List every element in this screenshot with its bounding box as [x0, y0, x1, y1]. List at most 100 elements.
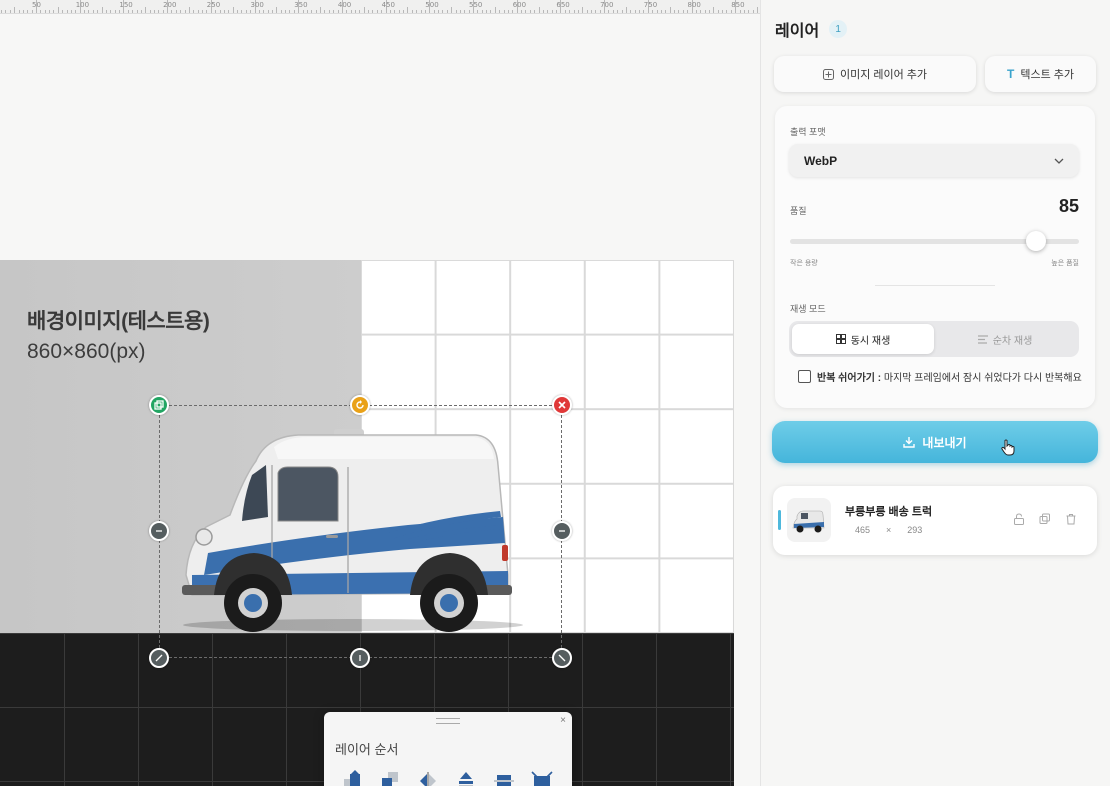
- loop-pause-title: 반복 쉬어가기 :: [817, 373, 882, 384]
- sidebar-title: 레이어: [775, 23, 820, 40]
- rotate-handle-icon[interactable]: [350, 395, 370, 415]
- ruler-tick: [586, 10, 588, 13]
- ruler-tick: [674, 10, 676, 13]
- resize-bottom-handle-icon[interactable]: [350, 648, 370, 668]
- ruler-tick: [717, 10, 719, 13]
- ruler-tick: [416, 10, 418, 13]
- ruler-tick: [752, 10, 754, 13]
- layer-order-panel[interactable]: × 레이어 순서: [324, 712, 572, 786]
- trash-icon[interactable]: [1065, 513, 1077, 525]
- ruler-tick: [188, 7, 190, 13]
- ruler-label: 200: [163, 1, 177, 9]
- close-panel-button[interactable]: ×: [560, 715, 566, 726]
- resize-bottom-right-handle-icon[interactable]: [552, 648, 572, 668]
- selection-box[interactable]: [159, 405, 562, 658]
- layer-thumbnail: [787, 498, 831, 542]
- ruler-tick: [158, 10, 160, 13]
- export-button[interactable]: 내보내기: [772, 421, 1098, 463]
- ruler-tick: [289, 10, 291, 13]
- ruler-tick: [643, 10, 645, 13]
- ruler-tick: [175, 10, 177, 13]
- ruler-tick: [477, 10, 479, 13]
- ruler-tick: [228, 10, 230, 13]
- resize-bottom-left-handle-icon[interactable]: [149, 648, 169, 668]
- layer-name: 부릉부릉 배송 트럭: [845, 506, 933, 518]
- ruler-tick: [695, 10, 697, 13]
- add-image-layer-button[interactable]: 이미지 레이어 추가: [774, 56, 976, 92]
- loop-pause-checkbox[interactable]: [798, 370, 811, 383]
- ruler-tick: [49, 10, 51, 13]
- format-select[interactable]: WebP: [789, 144, 1079, 177]
- resize-left-handle-icon[interactable]: [149, 521, 169, 541]
- duplicate-icon[interactable]: [1039, 513, 1051, 525]
- format-label: 출력 포맷: [790, 127, 826, 137]
- ruler-tick: [110, 10, 112, 13]
- sequential-play-option[interactable]: 순차 재생: [934, 324, 1076, 354]
- add-text-button[interactable]: T 텍스트 추가: [985, 56, 1096, 92]
- ruler-tick: [44, 10, 46, 13]
- layer-sidebar: 레이어 1 이미지 레이어 추가 T 텍스트 추가 출력 포맷 WebP 품질 …: [760, 0, 1110, 786]
- ruler-tick: [394, 10, 396, 13]
- ruler-tick: [590, 10, 592, 13]
- ruler-tick: [621, 10, 623, 13]
- ruler-label: 500: [425, 1, 439, 9]
- lock-icon[interactable]: [1013, 513, 1025, 525]
- simultaneous-play-option[interactable]: 동시 재생: [792, 324, 934, 354]
- duplicate-handle-icon[interactable]: [149, 395, 169, 415]
- fit-canvas-icon[interactable]: [528, 768, 555, 786]
- align-center-icon[interactable]: [490, 768, 517, 786]
- flip-horizontal-icon[interactable]: [414, 768, 441, 786]
- ruler-tick: [682, 10, 684, 13]
- ruler-tick: [630, 10, 632, 13]
- ruler-tick: [656, 10, 658, 13]
- delete-handle-icon[interactable]: [552, 395, 572, 415]
- ruler-tick: [162, 10, 164, 13]
- ruler-tick: [564, 10, 566, 13]
- ruler-tick: [556, 10, 558, 13]
- ruler-label: 300: [250, 1, 264, 9]
- ruler-tick: [355, 10, 356, 13]
- ruler-tick: [739, 10, 741, 13]
- ruler-tick: [363, 7, 365, 13]
- ruler-tick: [193, 10, 195, 13]
- ruler-tick: [258, 10, 260, 13]
- ruler-tick: [521, 10, 523, 13]
- bring-forward-icon[interactable]: [376, 768, 403, 786]
- ruler-tick: [359, 10, 361, 13]
- ruler-tick: [31, 10, 33, 13]
- ruler-tick: [293, 10, 295, 13]
- ruler-tick: [184, 10, 186, 13]
- ruler-tick: [53, 10, 55, 13]
- ruler-tick: [9, 10, 11, 13]
- list-icon: [977, 334, 988, 344]
- ruler-tick: [438, 10, 440, 13]
- align-top-icon[interactable]: [452, 768, 479, 786]
- bring-to-front-icon[interactable]: [338, 768, 365, 786]
- ruler-tick: [420, 10, 422, 13]
- ruler-tick: [114, 10, 116, 13]
- ruler-tick: [512, 10, 514, 13]
- layer-list-item[interactable]: 부릉부릉 배송 트럭 465 × 293: [773, 486, 1097, 555]
- ruler-tick: [276, 7, 278, 13]
- ruler-tick: [62, 10, 64, 13]
- ruler-tick: [263, 10, 265, 13]
- layer-count-badge: 1: [829, 20, 848, 38]
- ruler-tick: [18, 10, 20, 13]
- ruler-label: 50: [32, 1, 41, 9]
- ruler-tick: [153, 10, 155, 13]
- ruler-tick: [660, 10, 662, 13]
- ruler-tick: [66, 10, 68, 13]
- ruler-tick: [442, 10, 444, 13]
- resize-right-handle-icon[interactable]: [552, 521, 572, 541]
- ruler-tick: [608, 10, 610, 13]
- ruler-tick: [350, 10, 352, 13]
- quality-slider-thumb[interactable]: [1025, 231, 1046, 251]
- ruler-tick: [70, 10, 72, 13]
- editor-canvas[interactable]: 50 100 150 200 250 300 350 400 450 500 550 600 650 70…: [0, 0, 760, 786]
- ruler-tick: [398, 10, 400, 13]
- drag-grip-icon[interactable]: [436, 718, 460, 724]
- ruler-tick: [40, 10, 42, 13]
- add-text-label: 텍스트 추가: [1020, 69, 1074, 81]
- ruler-tick: [547, 10, 549, 13]
- playback-mode-toggle: 동시 재생 순차 재생: [789, 321, 1079, 357]
